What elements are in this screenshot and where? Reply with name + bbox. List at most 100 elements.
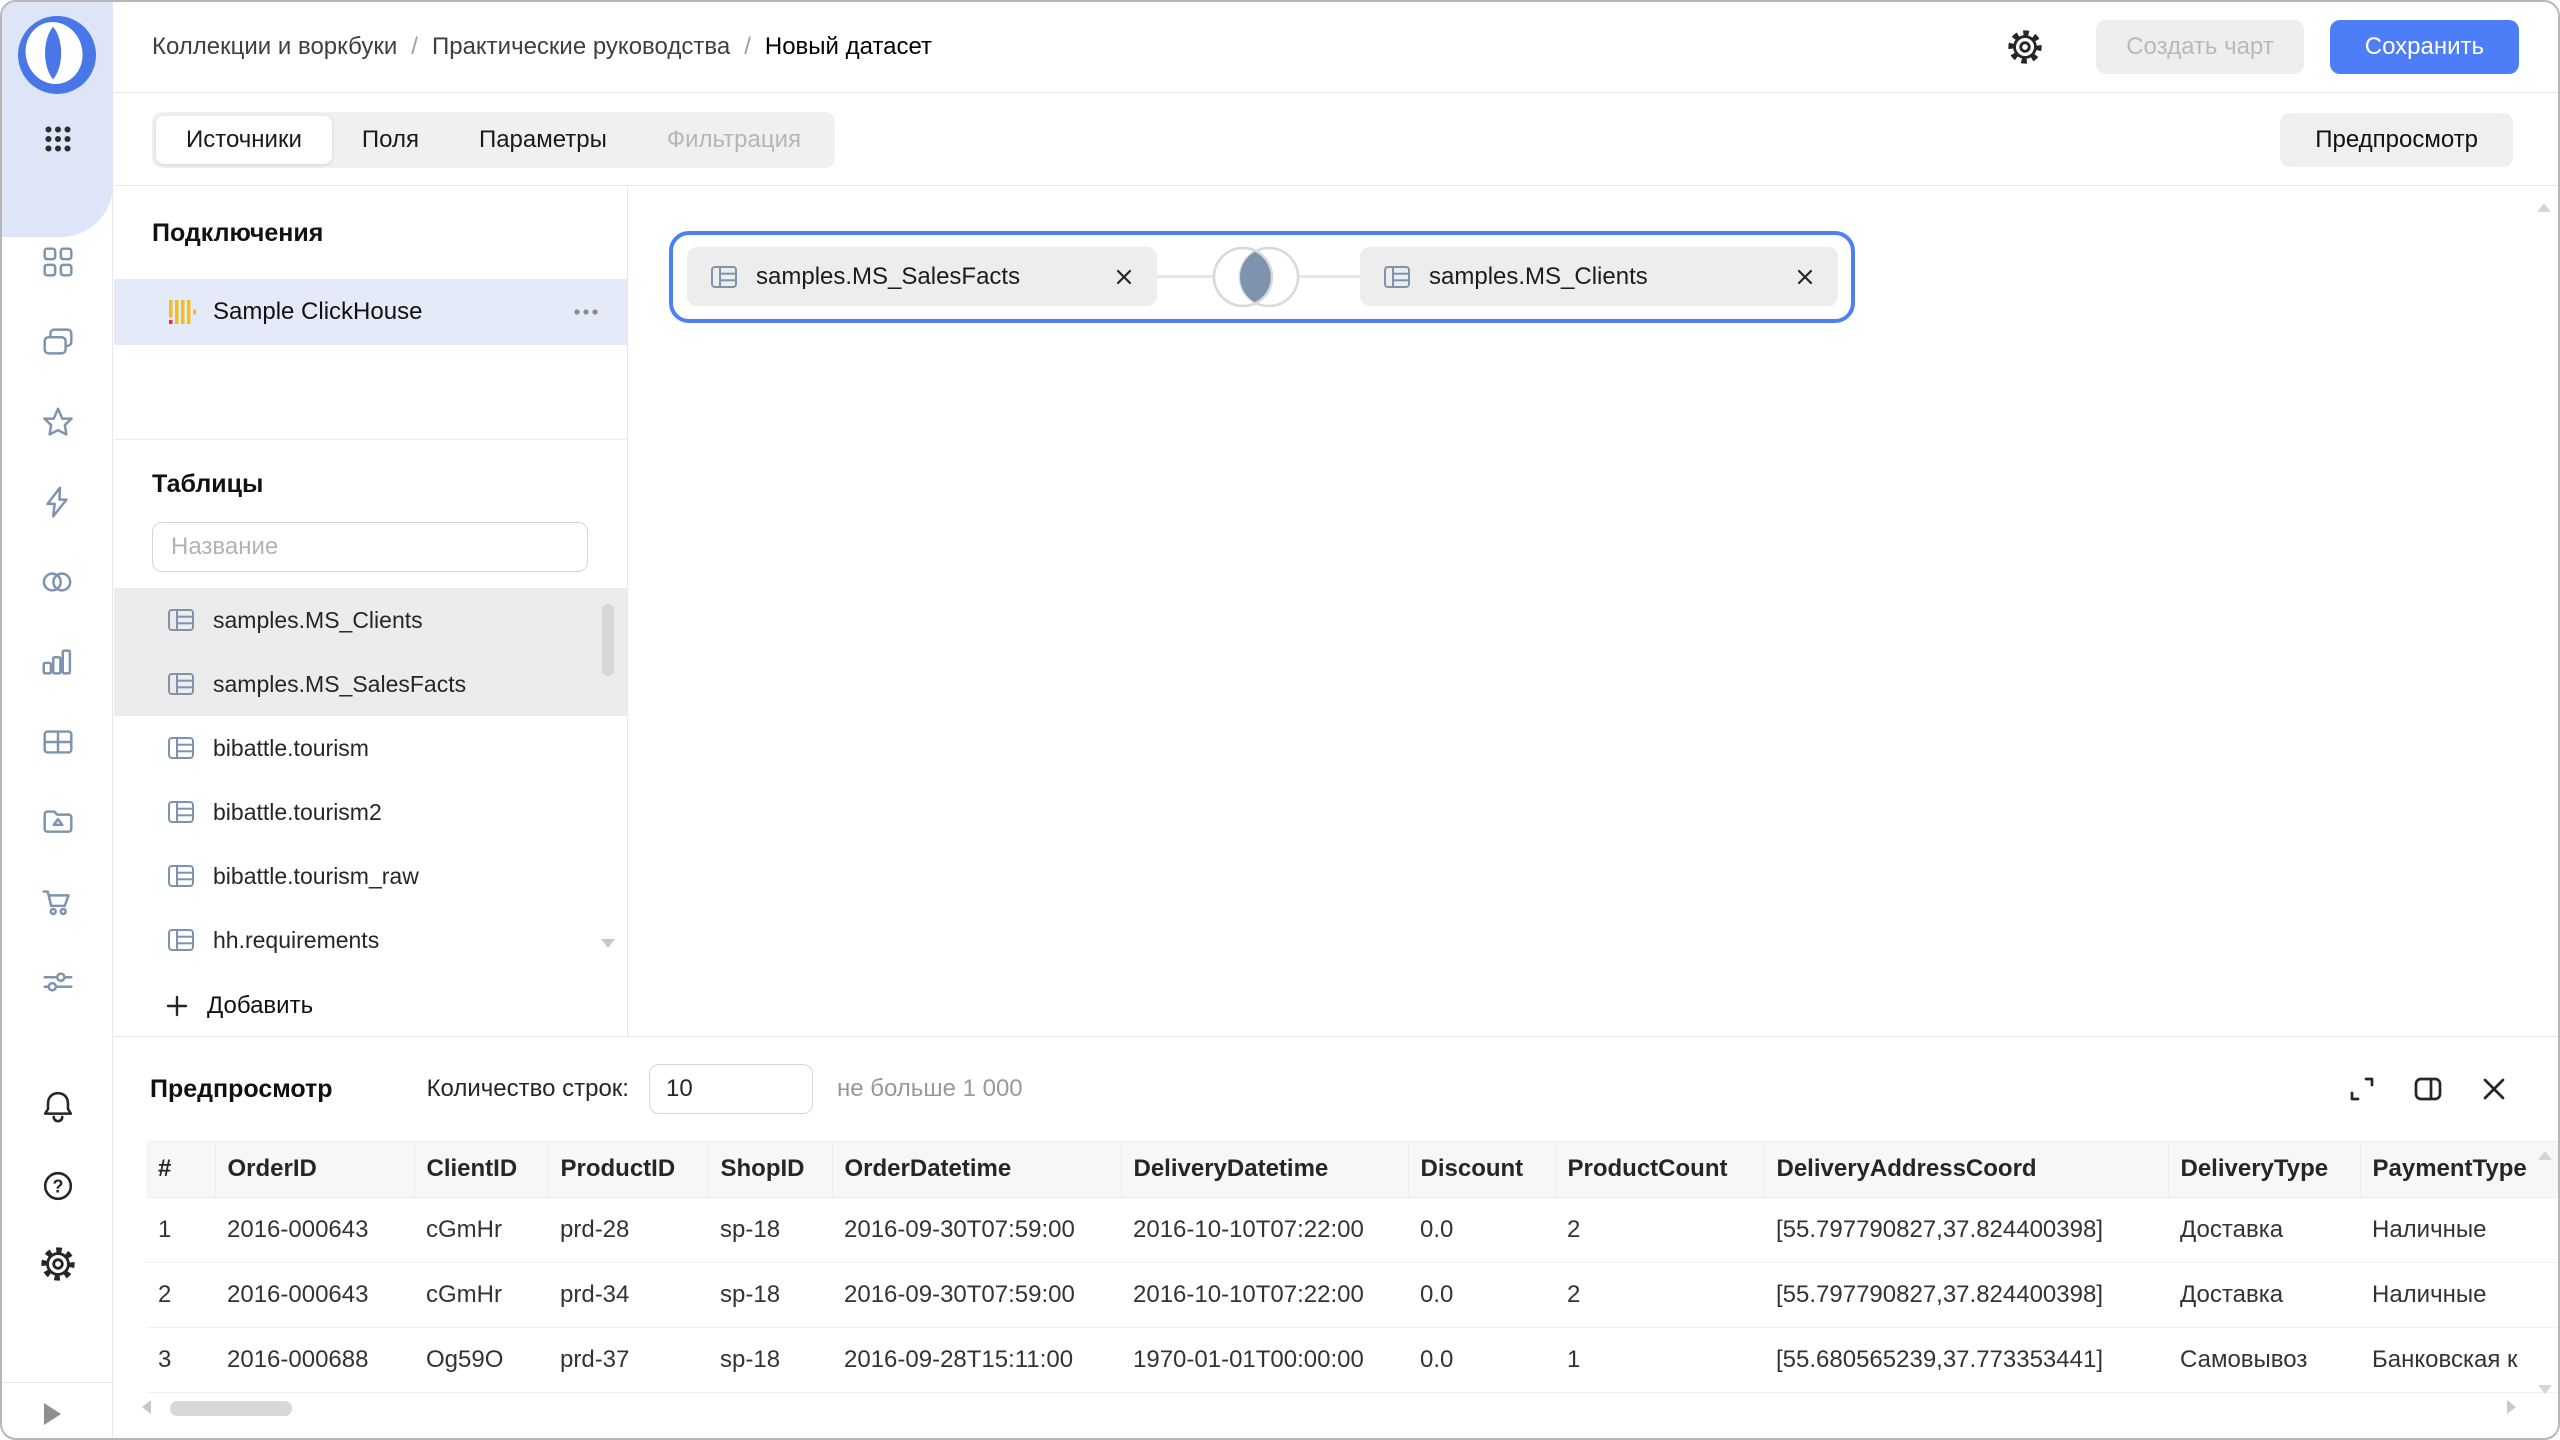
datalens-dataset-editor: ? Коллекции и воркбуки / Практические ру…: [0, 0, 2560, 1440]
dataset-tabs: Источники Поля Параметры Фильтрация: [152, 112, 835, 168]
table-list-item-tourism-raw[interactable]: bibattle.tourism_raw: [114, 844, 627, 908]
preview-panel: Предпросмотр Количество строк: не больше…: [114, 1036, 2558, 1438]
marketplace-cart-icon[interactable]: [39, 883, 77, 921]
table-icon: [166, 669, 196, 699]
table-icon: [1382, 262, 1412, 292]
tab-fields[interactable]: Поля: [332, 116, 449, 164]
collections-icon[interactable]: [39, 243, 77, 281]
table-list-item-hh-requirements[interactable]: hh.requirements: [114, 908, 627, 972]
column-header: DeliveryType: [2168, 1141, 2360, 1198]
table-row: 2 2016-000643 cGmHr prd-34 sp-18 2016-09…: [146, 1263, 2558, 1328]
apps-grid-icon[interactable]: [39, 120, 77, 158]
breadcrumb-collections[interactable]: Коллекции и воркбуки: [152, 33, 397, 61]
preview-divider: [150, 1141, 2558, 1142]
column-header: OrderID: [215, 1141, 414, 1198]
table-icon: [709, 262, 739, 292]
table-row: 3 2016-000688 Og59O prd-37 sp-18 2016-09…: [146, 1328, 2558, 1393]
sidebar-divider: [2, 1382, 112, 1383]
tab-parameters[interactable]: Параметры: [449, 116, 637, 164]
svg-text:?: ?: [52, 1177, 63, 1197]
datalens-logo-icon[interactable]: [18, 16, 96, 94]
top-header: Коллекции и воркбуки / Практические руко…: [114, 2, 2558, 93]
expand-preview-icon[interactable]: [2345, 1072, 2379, 1106]
row-count-hint: не больше 1 000: [837, 1075, 1023, 1103]
preview-table-header-row: # OrderID ClientID ProductID ShopID Orde…: [146, 1141, 2558, 1198]
tables-list: samples.MS_Clients samples.MS_SalesFacts: [114, 588, 627, 972]
column-header: ClientID: [414, 1141, 548, 1198]
table-icon: [166, 925, 196, 955]
help-icon[interactable]: ?: [39, 1167, 77, 1205]
panel-divider: [114, 439, 627, 440]
services-sliders-icon[interactable]: [39, 963, 77, 1001]
column-header: ShopID: [708, 1141, 832, 1198]
column-header: OrderDatetime: [832, 1141, 1121, 1198]
table-icon: [166, 861, 196, 891]
preview-scroll-up-icon[interactable]: [2538, 1151, 2552, 1160]
tab-filtering: Фильтрация: [637, 116, 831, 164]
table-icon: [166, 605, 196, 635]
dashboards-icon[interactable]: [39, 723, 77, 761]
storage-folder-icon[interactable]: [39, 803, 77, 841]
notifications-bell-icon[interactable]: [39, 1087, 77, 1125]
breadcrumb: Коллекции и воркбуки / Практические руко…: [152, 33, 2006, 61]
column-header: ProductID: [548, 1141, 708, 1198]
favorites-star-icon[interactable]: [39, 403, 77, 441]
workbooks-icon[interactable]: [39, 323, 77, 361]
source-chip-clients[interactable]: samples.MS_Clients: [1360, 247, 1838, 306]
connections-title: Подключения: [152, 219, 323, 248]
plus-icon: [164, 993, 190, 1019]
sources-canvas: samples.MS_SalesFacts: [629, 187, 2558, 1036]
expand-sidebar-icon[interactable]: [44, 1403, 61, 1425]
breadcrumb-current-dataset: Новый датасет: [765, 33, 932, 61]
remove-source-icon[interactable]: [1113, 266, 1135, 288]
dataset-tabs-row: Источники Поля Параметры Фильтрация Пред…: [114, 94, 2558, 186]
add-table-button[interactable]: Добавить: [164, 983, 313, 1029]
joined-sources-group[interactable]: samples.MS_SalesFacts: [669, 231, 1855, 323]
preview-toggle-button[interactable]: Предпросмотр: [2280, 113, 2513, 167]
column-header: #: [146, 1141, 215, 1198]
remove-source-icon[interactable]: [1794, 266, 1816, 288]
table-icon: [166, 733, 196, 763]
sources-left-panel: Подключения Sample ClickHouse Та: [114, 187, 628, 1036]
preview-hscrollbar-thumb[interactable]: [170, 1401, 292, 1416]
dataset-settings-gear-icon[interactable]: [2006, 28, 2044, 66]
breadcrumb-separator: /: [744, 33, 751, 61]
table-list-item-tourism2[interactable]: bibattle.tourism2: [114, 780, 627, 844]
app-sidebar: ?: [2, 2, 113, 1438]
table-list-item-tourism[interactable]: bibattle.tourism: [114, 716, 627, 780]
create-chart-button: Создать чарт: [2096, 20, 2304, 74]
settings-gear-icon[interactable]: [39, 1245, 77, 1283]
table-list-item-ms-clients[interactable]: samples.MS_Clients: [114, 588, 627, 652]
table-list-item-ms-salesfacts[interactable]: samples.MS_SalesFacts: [114, 652, 627, 716]
source-chip-salesfacts[interactable]: samples.MS_SalesFacts: [687, 247, 1157, 306]
preview-table: # OrderID ClientID ProductID ShopID Orde…: [146, 1141, 2558, 1393]
tab-sources[interactable]: Источники: [156, 116, 332, 164]
connections-icon[interactable]: [39, 483, 77, 521]
column-header: Discount: [1408, 1141, 1555, 1198]
preview-title: Предпросмотр: [150, 1075, 333, 1104]
row-count-input[interactable]: [649, 1064, 813, 1114]
column-header: ProductCount: [1555, 1141, 1764, 1198]
clickhouse-icon: [166, 297, 196, 327]
datasets-icon[interactable]: [39, 563, 77, 601]
table-search-input[interactable]: [152, 522, 588, 572]
charts-icon[interactable]: [39, 643, 77, 681]
breadcrumb-separator: /: [411, 33, 418, 61]
join-type-icon[interactable]: [1196, 242, 1316, 312]
tables-scrollbar-thumb[interactable]: [602, 604, 614, 676]
column-header: PaymentType: [2360, 1141, 2558, 1198]
close-preview-icon[interactable]: [2477, 1072, 2511, 1106]
preview-scroll-left-icon[interactable]: [142, 1400, 151, 1414]
connection-item-sample-clickhouse[interactable]: Sample ClickHouse: [114, 279, 627, 345]
connection-more-icon[interactable]: [571, 297, 601, 327]
preview-scroll-down-icon[interactable]: [2538, 1385, 2552, 1394]
column-header: DeliveryAddressCoord: [1764, 1141, 2168, 1198]
breadcrumb-workbook[interactable]: Практические руководства: [432, 33, 730, 61]
canvas-scroll-up-icon[interactable]: [2537, 203, 2551, 212]
row-count-label: Количество строк:: [427, 1075, 629, 1103]
preview-scroll-right-icon[interactable]: [2507, 1400, 2516, 1414]
dock-preview-icon[interactable]: [2411, 1072, 2445, 1106]
column-header: DeliveryDatetime: [1121, 1141, 1408, 1198]
save-button[interactable]: Сохранить: [2330, 20, 2519, 74]
tables-scroll-down-icon[interactable]: [601, 939, 615, 948]
